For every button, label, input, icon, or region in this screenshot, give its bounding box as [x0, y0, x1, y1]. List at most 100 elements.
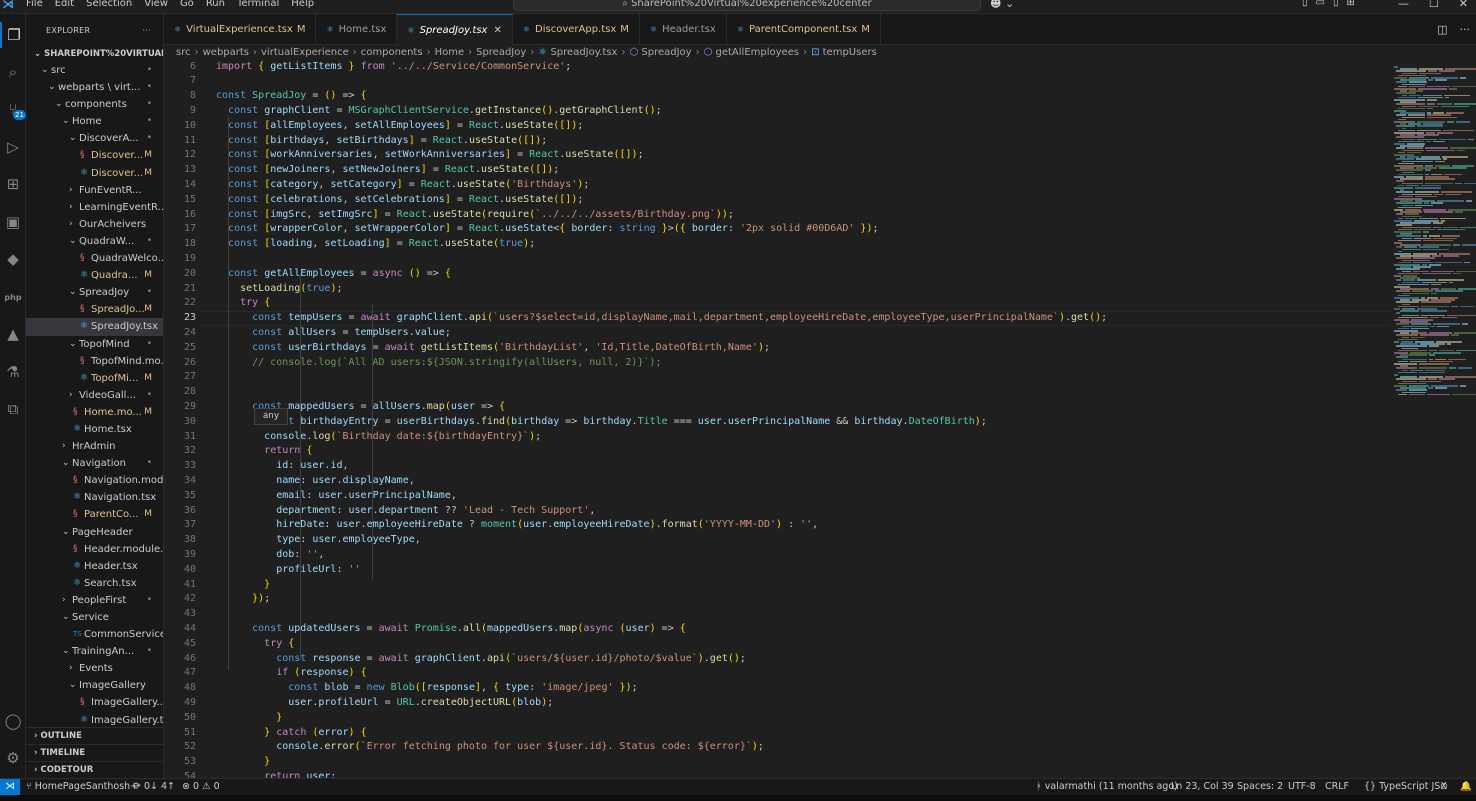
code-line[interactable]: id: user.id, — [216, 459, 348, 474]
tree-file[interactable]: § QuadraWelco... — [26, 250, 163, 267]
chevron-down-icon[interactable]: ⌄ — [48, 79, 58, 96]
tree-folder[interactable]: ⌄ Service — [26, 609, 163, 626]
chevron-right-icon[interactable]: › — [69, 216, 79, 233]
tree-folder[interactable]: ⌄ SpreadJoy • — [26, 284, 163, 301]
tree-folder[interactable]: ⌄ DiscoverA... • — [26, 130, 163, 147]
code-line[interactable]: } — [216, 578, 270, 593]
tree-folder[interactable]: ⌄ webparts \ virt... • — [26, 79, 163, 96]
tree-folder[interactable]: › FunEventR... — [26, 182, 163, 199]
test-icon[interactable]: ⚗ — [0, 359, 26, 385]
code-line[interactable]: department: user.department ?? 'Lead - T… — [216, 504, 595, 519]
tree-folder[interactable]: › LearningEventR... — [26, 199, 163, 216]
chevron-right-icon[interactable]: › — [69, 387, 79, 404]
code-line[interactable]: return user; — [216, 770, 336, 778]
code-line[interactable]: }); — [216, 592, 270, 607]
tree-file[interactable]: § Navigation.mod... — [26, 472, 163, 489]
code-line[interactable]: const SpreadJoy = () => { — [216, 89, 367, 104]
tree-folder[interactable]: ⌄ TopofMind • — [26, 336, 163, 353]
settings-icon[interactable]: ⚙ — [0, 745, 26, 771]
breadcrumb-item[interactable]: components — [361, 47, 423, 58]
source-control-icon[interactable]: ⑂ 21 — [0, 96, 26, 122]
chevron-right-icon[interactable]: › — [62, 438, 72, 455]
extensions-icon[interactable]: ⊞ — [0, 171, 26, 197]
git-blame-status[interactable]: ᚼ valarmathi (11 months ago) — [1036, 779, 1178, 795]
tree-file[interactable]: § Home.mo... M — [26, 404, 163, 421]
breadcrumb-item[interactable]: virtualExperience — [261, 47, 349, 58]
tree-folder[interactable]: ⌄ components • — [26, 96, 163, 113]
code-line[interactable]: return { — [216, 444, 312, 459]
notifications-icon[interactable]: 🔔 — [1460, 779, 1472, 795]
chevron-down-icon[interactable]: ⌄ — [69, 130, 79, 147]
tab-home-tsx[interactable]: ⚛ Home.tsx — [316, 14, 398, 45]
code-line[interactable]: hireDate: user.employeeHireDate ? moment… — [216, 518, 818, 533]
menu-item-view[interactable]: View — [144, 0, 168, 9]
tree-folder[interactable]: ⌄ Navigation • — [26, 455, 163, 472]
code-line[interactable]: profileUrl: '' — [216, 563, 360, 578]
more-editor-actions-icon[interactable]: ··· — [1460, 14, 1471, 45]
close-window-icon[interactable]: ✕ — [1459, 0, 1468, 10]
chevron-down-icon[interactable]: ⌄ — [62, 113, 72, 130]
tree-file[interactable]: § ImageGallery.... — [26, 694, 163, 711]
code-line[interactable]: name: user.displayName, — [216, 474, 415, 489]
tab-discoverapp-tsx[interactable]: ⚛ DiscoverApp.tsx M — [513, 14, 640, 45]
code-line[interactable]: import { getListItems } from '../../Serv… — [216, 60, 571, 74]
remote-indicator-icon[interactable]: ⋊ — [0, 779, 20, 796]
menu-item-help[interactable]: Help — [291, 0, 314, 9]
tree-folder[interactable]: ⌄ QuadraW... • — [26, 233, 163, 250]
chevron-down-icon[interactable]: ⌄ — [62, 455, 72, 472]
tree-folder[interactable]: › Events — [26, 660, 163, 677]
menu-item-file[interactable]: File — [26, 0, 43, 9]
menu-item-selection[interactable]: Selection — [86, 0, 132, 9]
workspace-root[interactable]: ⌄ SHAREPOINT%20VIRTUAL... — [26, 47, 163, 62]
chevron-down-icon[interactable]: ⌄ — [69, 284, 79, 301]
breadcrumb-item[interactable]: Home — [435, 47, 465, 58]
chevron-right-icon[interactable]: › — [62, 592, 72, 609]
customize-layout-icon[interactable]: ⊞ — [1346, 0, 1354, 8]
toggle-secondary-sidebar-icon[interactable]: ▯ — [1333, 0, 1339, 8]
code-line[interactable]: if (response) { — [216, 666, 366, 681]
split-editor-icon[interactable]: ◫ — [1437, 14, 1447, 45]
remote-explorer-icon[interactable]: ▣ — [0, 209, 26, 235]
code-line[interactable]: console.error(`Error fetching photo for … — [216, 740, 764, 755]
language-mode[interactable]: {} TypeScript JSX — [1364, 779, 1447, 795]
files-icon[interactable]: ❐ — [0, 22, 26, 48]
chevron-down-icon[interactable]: ⌄ — [62, 609, 72, 626]
python-icon[interactable]: ◆ — [0, 246, 26, 272]
toggle-sidebar-icon[interactable]: ▯ — [1302, 0, 1308, 8]
tree-file[interactable]: § Discover... M — [26, 147, 163, 164]
tree-folder[interactable]: › OurAcheivers — [26, 216, 163, 233]
breadcrumb-item[interactable]: SpreadJoy — [641, 47, 691, 58]
code-line[interactable]: dob: '', — [216, 548, 324, 563]
run-debug-icon[interactable]: ▷ — [0, 134, 26, 160]
timeline-section[interactable]: › TIMELINE — [26, 744, 163, 761]
tab-header-tsx[interactable]: ⚛ Header.tsx — [640, 14, 727, 45]
branch-status[interactable]: ⑂ HomePageSanthosh+ — [26, 779, 138, 795]
breadcrumb-item[interactable]: SpreadJoy.tsx — [550, 47, 617, 58]
chevron-down-icon[interactable]: ⌄ — [62, 524, 72, 541]
code-line[interactable]: const getAllEmployees = async () => { — [216, 267, 451, 282]
chevron-down-icon[interactable]: ⌄ — [69, 336, 79, 353]
tree-folder[interactable]: ⌄ PageHeader — [26, 524, 163, 541]
tree-folder[interactable]: ⌄ src • — [26, 62, 163, 79]
toggle-panel-icon[interactable]: ▭ — [1316, 0, 1325, 8]
code-line[interactable]: setLoading(true); — [216, 282, 342, 297]
indentation[interactable]: Spaces: 2 — [1237, 779, 1283, 795]
code-line[interactable]: console.log(`Birthday date:${birthdayEnt… — [216, 430, 541, 445]
code-line[interactable]: type: user.employeeType, — [216, 533, 421, 548]
tree-file[interactable]: ⚛ TopofMi... M — [26, 370, 163, 387]
azure-icon[interactable]: ▲ — [0, 321, 26, 347]
tree-file[interactable]: ⚛ Home.tsx — [26, 421, 163, 438]
code-line[interactable]: const tempUsers = await graphClient.api(… — [216, 311, 1107, 326]
code-line[interactable]: const allUsers = tempUsers.value; — [216, 326, 451, 341]
breadcrumb-item[interactable]: src — [176, 47, 191, 58]
tree-file[interactable]: ⚛ Discover... M — [26, 165, 163, 182]
copilot-icon[interactable]: ☻ ⌄ — [990, 0, 1014, 10]
code-line[interactable]: const [category, setCategory] = React.us… — [216, 178, 589, 193]
code-editor[interactable]: 6 import { getListItems } from '../../Ser… — [164, 60, 1390, 778]
tree-folder[interactable]: ⌄ TrainingAn... • — [26, 643, 163, 660]
feedback-icon[interactable]: ⊙ — [1440, 779, 1448, 795]
code-line[interactable]: } — [216, 711, 282, 726]
code-line[interactable]: const [wrapperColor, setWrapperColor] = … — [216, 222, 878, 237]
code-line[interactable]: const [imgSrc, setImgSrc] = React.useSta… — [216, 208, 734, 223]
tree-file[interactable]: § SpreadJo... M — [26, 301, 163, 318]
